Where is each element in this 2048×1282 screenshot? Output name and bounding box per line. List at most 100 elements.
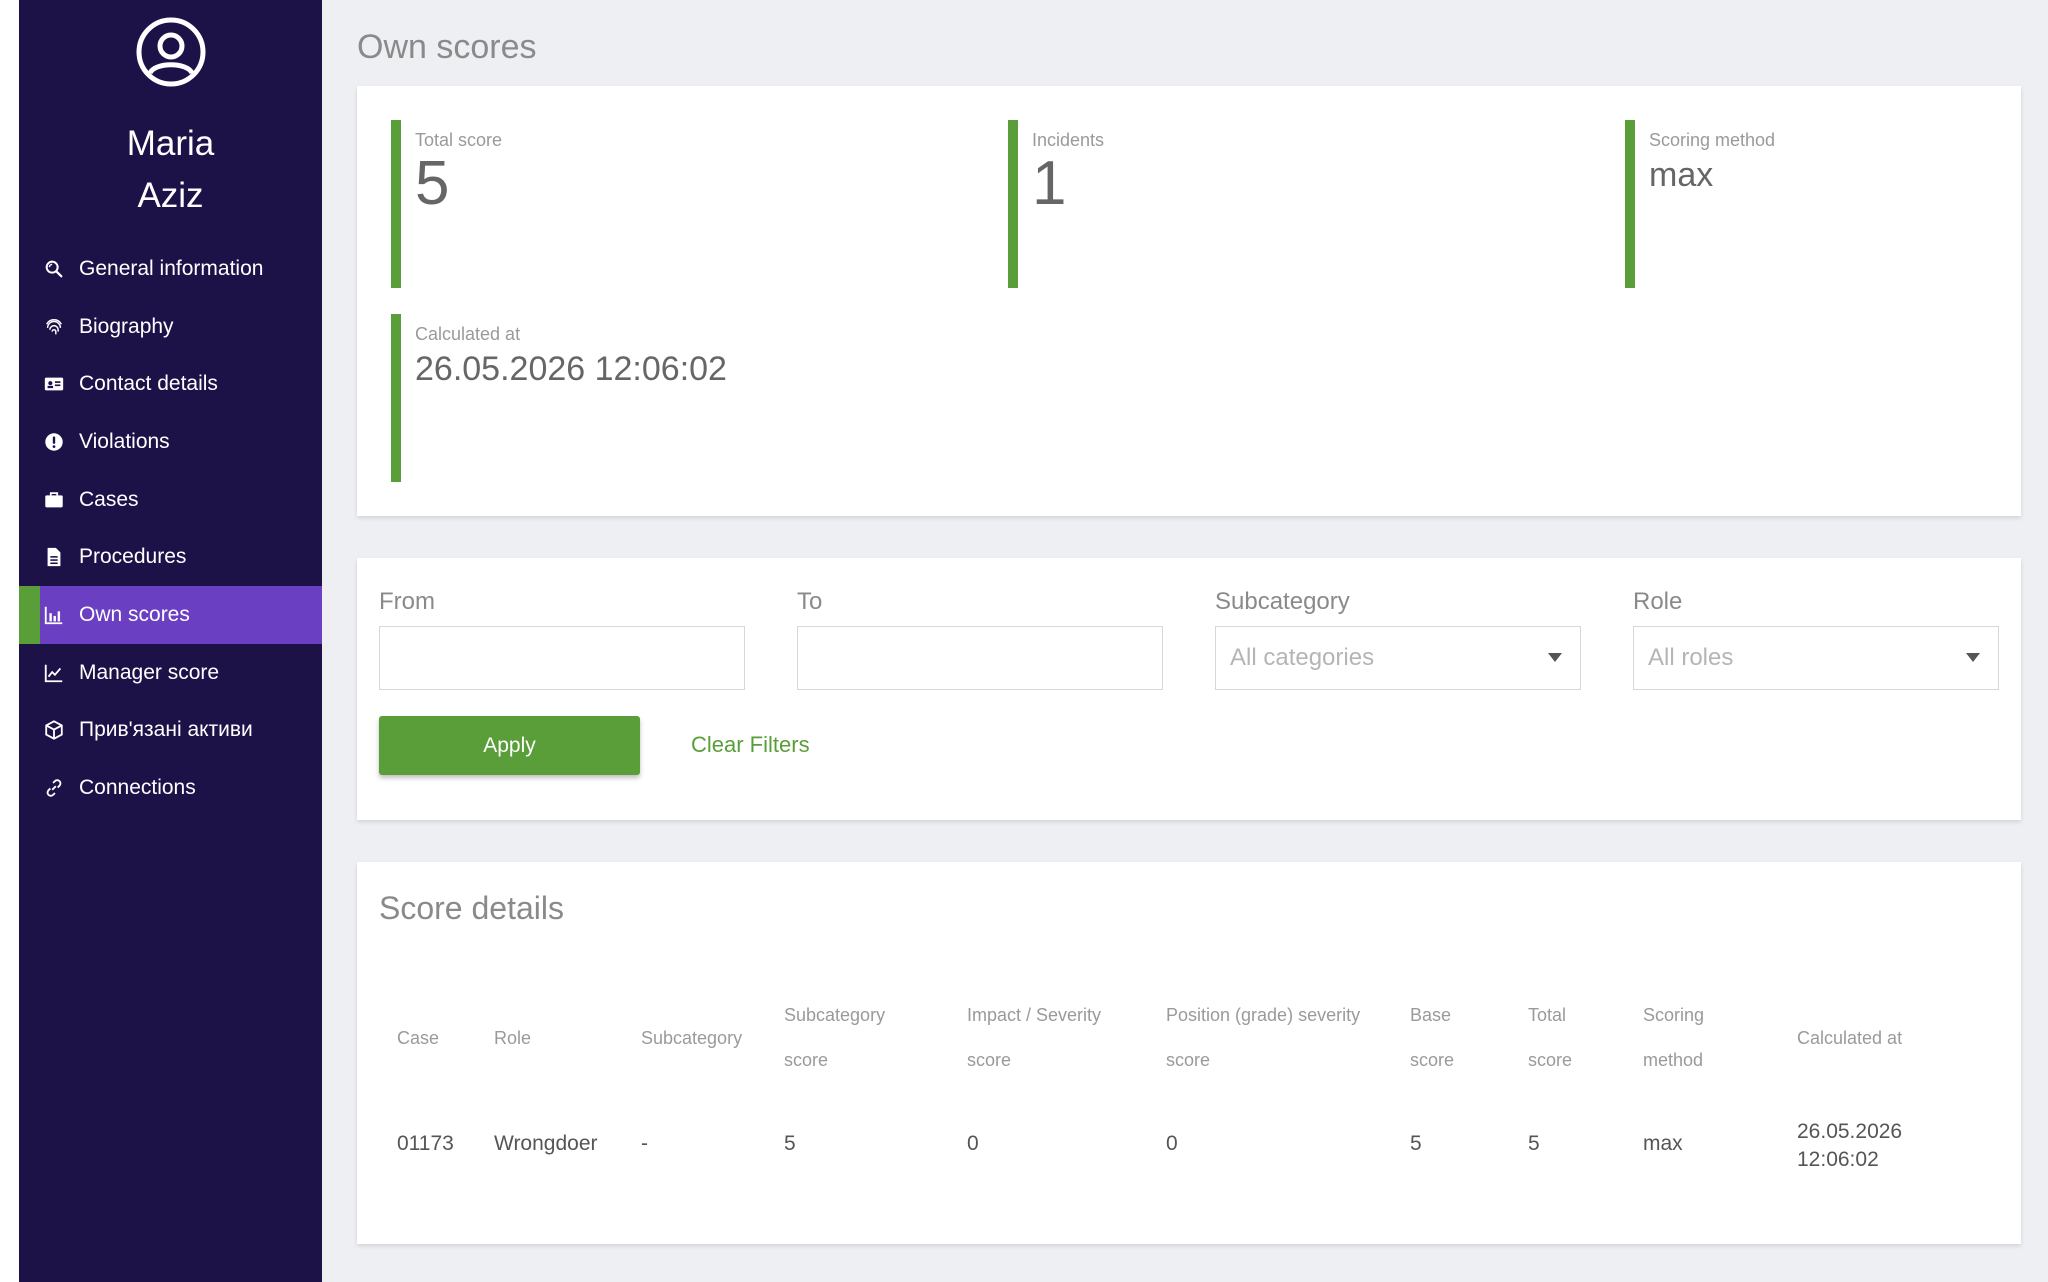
column-header-impact-severity-score: Impact / Severity score xyxy=(967,993,1101,1083)
total-score-value: 5 xyxy=(415,149,450,218)
column-header-case: Case xyxy=(397,1028,440,1048)
sidebar-item-label: General information xyxy=(79,256,264,280)
sidebar-item-general-information[interactable]: General information xyxy=(19,240,322,298)
sidebar-item-label: Connections xyxy=(79,776,196,800)
header-line: method xyxy=(1643,1050,1704,1070)
cell-subcategory: - xyxy=(641,1132,648,1155)
header-line: score xyxy=(784,1050,829,1070)
header-line: Total xyxy=(1528,1005,1567,1025)
from-filter: From xyxy=(379,588,745,690)
search-refresh-icon xyxy=(42,257,66,281)
role-select[interactable]: All roles xyxy=(1633,626,1999,690)
link-icon xyxy=(42,776,66,800)
cell-calculated-at: 26.05.2026 12:06:02 xyxy=(1797,1118,1902,1174)
subcategory-select[interactable]: All categories xyxy=(1215,626,1581,690)
header-line: Subcategory xyxy=(784,1005,886,1025)
sidebar-item-label: Manager score xyxy=(79,660,220,684)
from-label: From xyxy=(379,588,435,615)
clear-filters-button[interactable]: Clear Filters xyxy=(691,732,810,758)
calculated-at-value: 26.05.2026 12:06:02 xyxy=(415,350,727,388)
sidebar-item-label: Cases xyxy=(79,487,139,511)
column-header-subcategory: Subcategory xyxy=(641,1028,743,1048)
sidebar-item-cases[interactable]: Cases xyxy=(19,471,322,529)
apply-button[interactable]: Apply xyxy=(379,716,640,775)
exclamation-icon xyxy=(42,430,66,454)
column-header-position-severity-score: Position (grade) severity score xyxy=(1166,993,1360,1083)
scoring-method-stat: Scoring method max xyxy=(1625,120,1775,288)
sidebar-item-procedures[interactable]: Procedures xyxy=(19,528,322,586)
cell-impact-score: 0 xyxy=(967,1132,979,1155)
sidebar-nav: General information Biography Contact de… xyxy=(19,240,322,817)
fingerprint-icon xyxy=(42,315,66,339)
header-line: Base xyxy=(1410,1005,1452,1025)
cell-position-score: 0 xyxy=(1166,1132,1178,1155)
cell-calculated-date: 26.05.2026 xyxy=(1797,1120,1903,1143)
sidebar-item-connections[interactable]: Connections xyxy=(19,759,322,817)
sidebar-item-label: Violations xyxy=(79,429,170,453)
role-select-value: All roles xyxy=(1648,644,1734,671)
chevron-down-icon xyxy=(1966,653,1980,662)
column-header-subcategory-score: Subcategory score xyxy=(784,993,885,1083)
column-header-calculated-at: Calculated at xyxy=(1797,1028,1903,1048)
calculated-at-stat: Calculated at 26.05.2026 12:06:02 xyxy=(391,314,727,482)
header-line: score xyxy=(1528,1050,1573,1070)
sidebar: Maria Aziz General information Biography… xyxy=(19,0,322,1282)
column-header-role: Role xyxy=(494,1028,532,1048)
header-line: Scoring xyxy=(1643,1005,1705,1025)
cell-scoring-method: max xyxy=(1643,1132,1683,1155)
sidebar-item-contact-details[interactable]: Contact details xyxy=(19,355,322,413)
score-details-card: Score details Case Role Subcategory Subc… xyxy=(357,862,2021,1244)
cube-icon xyxy=(42,718,66,742)
sidebar-item-manager-score[interactable]: Manager score xyxy=(19,644,322,702)
role-filter: Role All roles xyxy=(1633,588,1999,690)
user-name: Maria Aziz xyxy=(19,118,322,222)
sidebar-item-violations[interactable]: Violations xyxy=(19,413,322,471)
header-line: Position (grade) severity xyxy=(1166,1005,1361,1025)
from-input[interactable] xyxy=(379,626,745,690)
cell-role: Wrongdoer xyxy=(494,1132,598,1155)
sidebar-item-label: Own scores xyxy=(79,602,190,626)
incidents-stat: Incidents 1 xyxy=(1008,120,1104,288)
sidebar-item-label: Прив'язані активи xyxy=(79,718,253,742)
sidebar-item-own-scores[interactable]: Own scores xyxy=(19,586,322,644)
page-title: Own scores xyxy=(357,28,537,66)
role-label: Role xyxy=(1633,588,1683,615)
header-line: Impact / Severity xyxy=(967,1005,1102,1025)
document-icon xyxy=(42,545,66,569)
user-avatar-icon xyxy=(135,16,207,88)
scoring-method-label: Scoring method xyxy=(1649,130,1776,150)
total-score-label: Total score xyxy=(415,130,503,150)
column-header-base-score: Base score xyxy=(1410,993,1454,1083)
header-line: score xyxy=(967,1050,1012,1070)
sidebar-item-linked-assets[interactable]: Прив'язані активи xyxy=(19,702,322,760)
score-details-title: Score details xyxy=(379,890,564,926)
subcategory-label: Subcategory xyxy=(1215,588,1350,615)
user-first-name: Maria xyxy=(126,124,215,163)
bar-chart-icon xyxy=(42,603,66,627)
column-header-scoring-method: Scoring method xyxy=(1643,993,1704,1083)
scoring-method-value: max xyxy=(1649,156,1714,194)
subcategory-filter: Subcategory All categories xyxy=(1215,588,1581,690)
sidebar-item-label: Biography xyxy=(79,314,174,338)
to-filter: To xyxy=(797,588,1163,690)
briefcase-icon xyxy=(42,488,66,512)
subcategory-select-value: All categories xyxy=(1230,644,1375,671)
incidents-label: Incidents xyxy=(1032,130,1105,150)
left-edge xyxy=(0,0,19,1282)
cell-subcategory-score: 5 xyxy=(784,1132,796,1155)
cell-case: 01173 xyxy=(397,1132,454,1155)
sidebar-item-biography[interactable]: Biography xyxy=(19,298,322,356)
filter-card: From To Subcategory All categories Role … xyxy=(357,558,2021,820)
column-header-total-score: Total score xyxy=(1528,993,1572,1083)
incidents-value: 1 xyxy=(1032,149,1067,218)
header-line: score xyxy=(1166,1050,1211,1070)
calculated-at-label: Calculated at xyxy=(415,324,521,344)
cell-base-score: 5 xyxy=(1410,1132,1422,1155)
summary-card: Total score 5 Incidents 1 Scoring method… xyxy=(357,86,2021,516)
total-score-stat: Total score 5 xyxy=(391,120,502,288)
sidebar-item-label: Procedures xyxy=(79,545,187,569)
to-input[interactable] xyxy=(797,626,1163,690)
sidebar-item-label: Contact details xyxy=(79,372,218,396)
id-card-icon xyxy=(42,372,66,396)
line-chart-icon xyxy=(42,661,66,685)
